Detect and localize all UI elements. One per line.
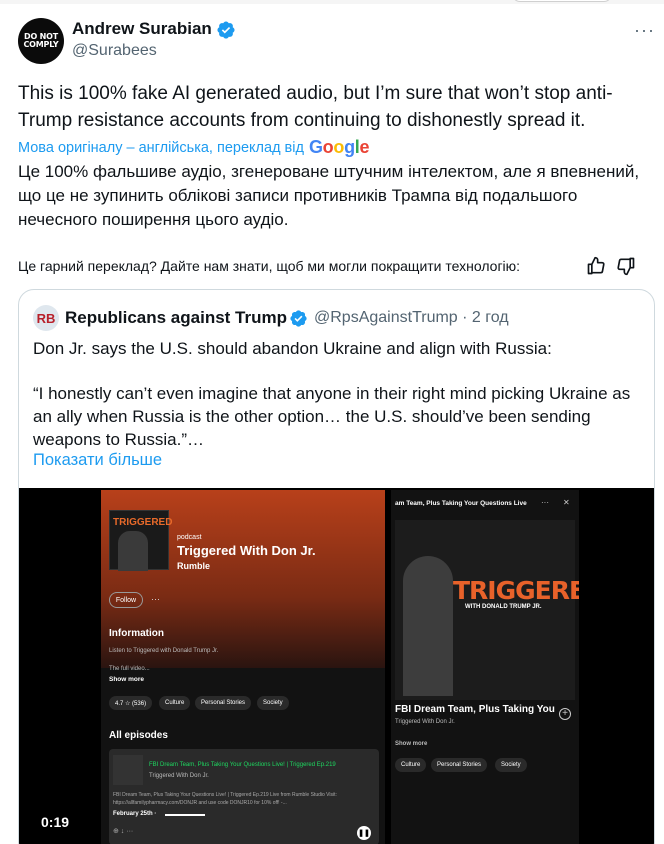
- quoted-author-name[interactable]: Republicans against Trump: [65, 308, 287, 328]
- podcast-cover-image: TRIGGERED: [109, 510, 173, 571]
- close-icon: ✕: [563, 498, 570, 507]
- now-playing-more-icon: ···: [541, 498, 549, 507]
- author-handle[interactable]: @Surabees: [72, 42, 157, 60]
- rate-translation-prompt: Це гарний переклад? Дайте нам знати, щоб…: [18, 258, 521, 274]
- thumbs-up-icon[interactable]: [586, 256, 606, 276]
- episode-card: FBI Dream Team, Plus Taking Your Questio…: [109, 749, 379, 844]
- verified-badge-icon: [217, 21, 235, 39]
- google-logo-letter: g: [344, 137, 355, 157]
- translated-text: Це 100% фальшиве аудіо, згенероване штуч…: [18, 162, 640, 229]
- now-playing-chip-society: Society: [495, 758, 527, 772]
- podcast-info-video: The full video...: [109, 666, 150, 672]
- episodes-heading: All episodes: [109, 730, 168, 741]
- translation-note[interactable]: Мова оригіналу – англійська, переклад ві…: [18, 137, 369, 158]
- quoted-verified-badge-icon: [290, 310, 307, 327]
- podcast-chip-personal-stories: Personal Stories: [195, 696, 252, 710]
- show-more-link[interactable]: Показати більше: [33, 451, 162, 470]
- top-pill: [512, 0, 612, 2]
- podcast-label: podcast: [177, 534, 202, 541]
- quoted-tweet-card[interactable]: RB Republicans against Trump @RpsAgainst…: [18, 289, 655, 844]
- podcast-follow-button: Follow: [109, 592, 143, 608]
- cover-person: [403, 556, 453, 696]
- episode-action-icons: ⊕ ↓ ···: [113, 828, 134, 835]
- now-playing-chip-culture: Culture: [395, 758, 427, 772]
- quoted-tweet-quote: “I honestly can’t even imagine that anyo…: [33, 384, 631, 449]
- episode-title: FBI Dream Team, Plus Taking Your Questio…: [149, 762, 336, 768]
- now-playing-chip-personal-stories: Personal Stories: [431, 758, 488, 772]
- podcast-chip-culture: Culture: [159, 696, 191, 710]
- now-playing-show-more: Show more: [395, 741, 428, 747]
- google-logo-letter: G: [308, 137, 323, 157]
- episode-subtitle: Triggered With Don Jr.: [149, 773, 209, 779]
- add-circle-icon: +: [559, 708, 571, 720]
- now-playing-panel: am Team, Plus Taking Your Questions Live…: [391, 490, 579, 844]
- now-playing-subtitle: Triggered With Don Jr.: [395, 719, 455, 725]
- podcast-info-heading: Information: [109, 628, 164, 639]
- cover-triggered-title: TRIGGERED: [453, 576, 579, 605]
- cover-subtitle: WITH DONALD TRUMP JR.: [465, 604, 542, 610]
- episode-description: FBI Dream Team, Plus Taking Your Questio…: [113, 792, 337, 806]
- episode-date: February 25th ·: [113, 811, 157, 817]
- podcast-page-panel: TRIGGERED podcast Triggered With Don Jr.…: [101, 490, 385, 844]
- podcast-rating-chip: 4.7 ☆ (536): [109, 696, 153, 710]
- more-options-icon[interactable]: ···: [634, 20, 655, 41]
- google-logo-letter: o: [333, 137, 345, 157]
- pause-icon: ❚❚: [357, 826, 371, 840]
- podcast-cover-title: TRIGGERED: [113, 517, 173, 528]
- podcast-cover-person: [118, 531, 148, 571]
- episode-thumbnail: [113, 755, 143, 785]
- google-logo-letter: o: [322, 137, 334, 157]
- episode-progress-bar: [165, 814, 205, 816]
- video-player[interactable]: TRIGGERED podcast Triggered With Don Jr.…: [19, 488, 654, 844]
- now-playing-top-title: am Team, Plus Taking Your Questions Live: [395, 500, 527, 507]
- podcast-title: Triggered With Don Jr.: [177, 543, 316, 558]
- translation-note-text: Мова оригіналу – англійська, переклад ві…: [18, 139, 304, 156]
- video-timestamp: 0:19: [41, 814, 70, 830]
- quoted-tweet-text: Don Jr. says the U.S. should abandon Ukr…: [33, 339, 552, 358]
- thumbs-down-icon[interactable]: [616, 256, 636, 276]
- podcast-info-text: Listen to Triggered with Donald Trump Jr…: [109, 648, 219, 654]
- quoted-author-handle[interactable]: @RpsAgainstTrump · 2 год: [314, 309, 509, 327]
- podcast-chip-society: Society: [257, 696, 289, 710]
- google-logo-letter: e: [359, 137, 370, 157]
- quoted-author-avatar[interactable]: RB: [33, 305, 59, 331]
- google-logo-icon: Google: [308, 137, 370, 158]
- tweet-text: This is 100% fake AI generated audio, bu…: [18, 83, 613, 131]
- author-name[interactable]: Andrew Surabian: [72, 19, 212, 39]
- podcast-more-icon: ···: [151, 594, 160, 604]
- now-playing-cover: TRIGGERED WITH DONALD TRUMP JR.: [395, 520, 579, 700]
- podcast-show-more: Show more: [109, 676, 145, 683]
- now-playing-title: FBI Dream Team, Plus Taking You: [395, 704, 555, 715]
- podcast-publisher: Rumble: [177, 561, 211, 571]
- author-avatar[interactable]: DO NOT COMPLY: [18, 18, 64, 64]
